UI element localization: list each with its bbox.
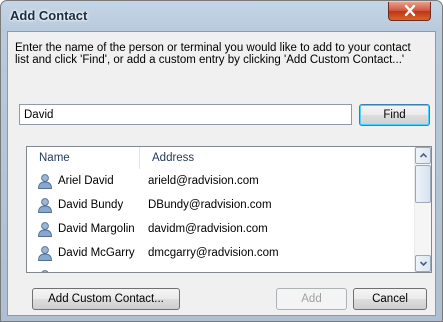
list-scrollbar[interactable]	[414, 147, 431, 272]
add-button[interactable]: Add	[276, 288, 347, 310]
contacts-list[interactable]: Name Address Ariel David arield@radvisio…	[26, 146, 432, 273]
search-input[interactable]	[19, 104, 352, 125]
find-button[interactable]: Find	[359, 104, 430, 126]
contact-row[interactable]: Ariel David arield@radvision.com	[27, 169, 413, 193]
add-contact-dialog: Add Contact Enter the name of the person…	[0, 0, 443, 322]
list-header: Name Address	[27, 147, 413, 169]
chevron-down-icon	[420, 261, 427, 267]
person-icon	[38, 174, 52, 189]
window-title: Add Contact	[10, 8, 88, 23]
scroll-up-button[interactable]	[415, 147, 431, 164]
scroll-thumb[interactable]	[415, 165, 431, 203]
chevron-up-icon	[420, 152, 427, 158]
contact-name: David Margolin	[58, 223, 135, 235]
instructions-text: Enter the name of the person or terminal…	[15, 42, 433, 66]
person-icon	[38, 222, 52, 237]
column-header-name[interactable]: Name	[27, 147, 140, 169]
contact-name: Ariel David	[58, 175, 114, 187]
add-custom-contact-button[interactable]: Add Custom Contact...	[32, 288, 180, 310]
contact-name: David Bundy	[58, 199, 124, 211]
contact-row-partial[interactable]	[27, 265, 413, 272]
contact-address: davidm@radvision.com	[148, 223, 268, 235]
contact-row[interactable]: David Bundy DBundy@radvision.com	[27, 193, 413, 217]
close-button[interactable]	[388, 2, 431, 21]
person-icon	[38, 246, 52, 261]
contact-row[interactable]: David Margolin davidm@radvision.com	[27, 217, 413, 241]
instructions-line-1: Enter the name of the person or terminal…	[15, 42, 411, 54]
cancel-button[interactable]: Cancel	[353, 288, 427, 310]
contact-address: dmcgarry@radvision.com	[148, 247, 279, 259]
instructions-line-2: list and click 'Find', or add a custom e…	[15, 54, 405, 66]
close-icon	[404, 4, 416, 17]
contact-row[interactable]: David McGarry dmcgarry@radvision.com	[27, 241, 413, 265]
column-header-address[interactable]: Address	[140, 147, 413, 169]
person-icon	[41, 270, 49, 272]
title-bar[interactable]: Add Contact	[1, 1, 442, 31]
contact-name: David McGarry	[58, 247, 135, 259]
contact-address: DBundy@radvision.com	[148, 199, 272, 211]
person-icon	[38, 198, 52, 213]
scroll-down-button[interactable]	[415, 255, 431, 272]
contact-address: arield@radvision.com	[148, 175, 259, 187]
